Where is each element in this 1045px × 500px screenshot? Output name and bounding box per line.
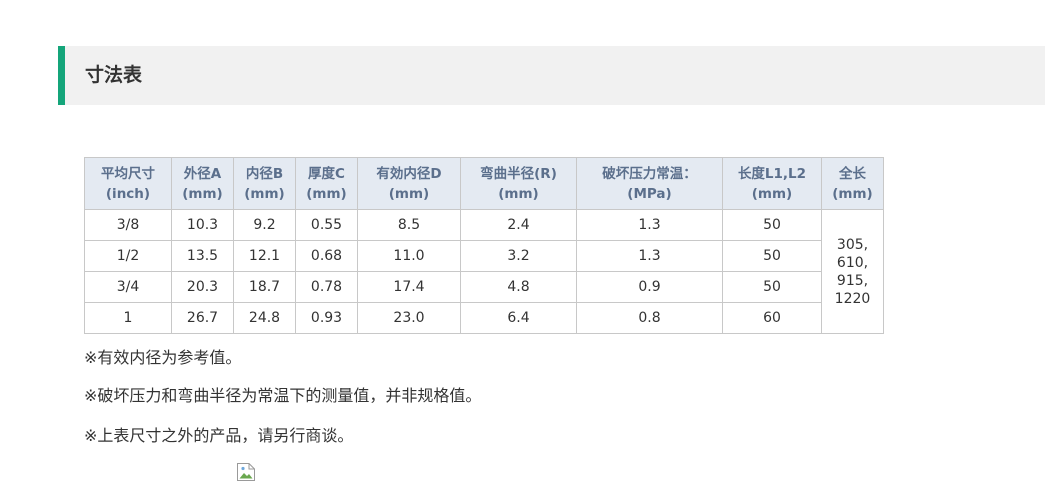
cell-avg-size: 3/4 <box>84 271 172 303</box>
table-row: 1/2 13.5 12.1 0.68 11.0 3.2 1.3 50 <box>84 240 884 272</box>
cell-thickness: 0.93 <box>295 302 358 334</box>
cell-bend-radius: 2.4 <box>460 209 577 241</box>
note-effective-diameter: ※有效内径为参考值。 <box>84 348 242 367</box>
section-header: 寸法表 <box>58 46 1045 105</box>
cell-thickness: 0.68 <box>295 240 358 272</box>
cell-avg-size: 1/2 <box>84 240 172 272</box>
cell-thickness: 0.78 <box>295 271 358 303</box>
cell-bend-radius: 6.4 <box>460 302 577 334</box>
cell-length-l1-l2: 50 <box>722 271 822 303</box>
header-thickness: 厚度C (mm) <box>295 157 358 210</box>
cell-total-length: 305, 610, 915, 1220 <box>821 209 884 334</box>
header-outer-diameter: 外径A (mm) <box>171 157 234 210</box>
cell-thickness: 0.55 <box>295 209 358 241</box>
cell-effective-inner-diameter: 23.0 <box>357 302 461 334</box>
cell-bend-radius: 4.8 <box>460 271 577 303</box>
table-row: 3/8 10.3 9.2 0.55 8.5 2.4 1.3 50 305, 610… <box>84 209 884 334</box>
section-title: 寸法表 <box>85 64 143 86</box>
note-pressure-radius: ※破坏压力和弯曲半径为常温下的测量值，并非规格值。 <box>84 386 482 405</box>
header-length-l1-l2: 长度L1,L2 (mm) <box>722 157 822 210</box>
cell-burst-pressure: 1.3 <box>576 209 723 241</box>
table-row: 3/4 20.3 18.7 0.78 17.4 4.8 0.9 50 <box>84 271 884 303</box>
dimension-table: 平均尺寸 (inch) 外径A (mm) 内径B (mm) 厚度C (mm) 有効内径D… <box>84 157 884 334</box>
cell-outer-diameter: 10.3 <box>171 209 234 241</box>
broken-image-icon <box>237 463 255 481</box>
cell-inner-diameter: 12.1 <box>233 240 296 272</box>
cell-inner-diameter: 9.2 <box>233 209 296 241</box>
header-bend-radius: 弯曲半径(R) (mm) <box>460 157 577 210</box>
header-burst-pressure: 破坏压力常温： (MPa) <box>576 157 723 210</box>
cell-effective-inner-diameter: 11.0 <box>357 240 461 272</box>
header-effective-inner-diameter: 有効内径D (mm) <box>357 157 461 210</box>
cell-burst-pressure: 0.8 <box>576 302 723 334</box>
table-header-row: 平均尺寸 (inch) 外径A (mm) 内径B (mm) 厚度C (mm) 有効内径D… <box>84 157 884 210</box>
cell-burst-pressure: 0.9 <box>576 271 723 303</box>
table-row: 1 26.7 24.8 0.93 23.0 6.4 0.8 60 <box>84 302 884 334</box>
cell-bend-radius: 3.2 <box>460 240 577 272</box>
cell-inner-diameter: 18.7 <box>233 271 296 303</box>
cell-outer-diameter: 20.3 <box>171 271 234 303</box>
header-avg-size: 平均尺寸 (inch) <box>84 157 172 210</box>
cell-burst-pressure: 1.3 <box>576 240 723 272</box>
cell-avg-size: 3/8 <box>84 209 172 241</box>
note-other-sizes: ※上表尺寸之外的产品，请另行商谈。 <box>84 426 354 445</box>
cell-length-l1-l2: 50 <box>722 209 822 241</box>
header-inner-diameter: 内径B (mm) <box>233 157 296 210</box>
cell-outer-diameter: 26.7 <box>171 302 234 334</box>
cell-length-l1-l2: 60 <box>722 302 822 334</box>
cell-effective-inner-diameter: 8.5 <box>357 209 461 241</box>
header-total-length: 全长 (mm) <box>821 157 884 210</box>
cell-inner-diameter: 24.8 <box>233 302 296 334</box>
cell-length-l1-l2: 50 <box>722 240 822 272</box>
cell-effective-inner-diameter: 17.4 <box>357 271 461 303</box>
cell-avg-size: 1 <box>84 302 172 334</box>
cell-outer-diameter: 13.5 <box>171 240 234 272</box>
